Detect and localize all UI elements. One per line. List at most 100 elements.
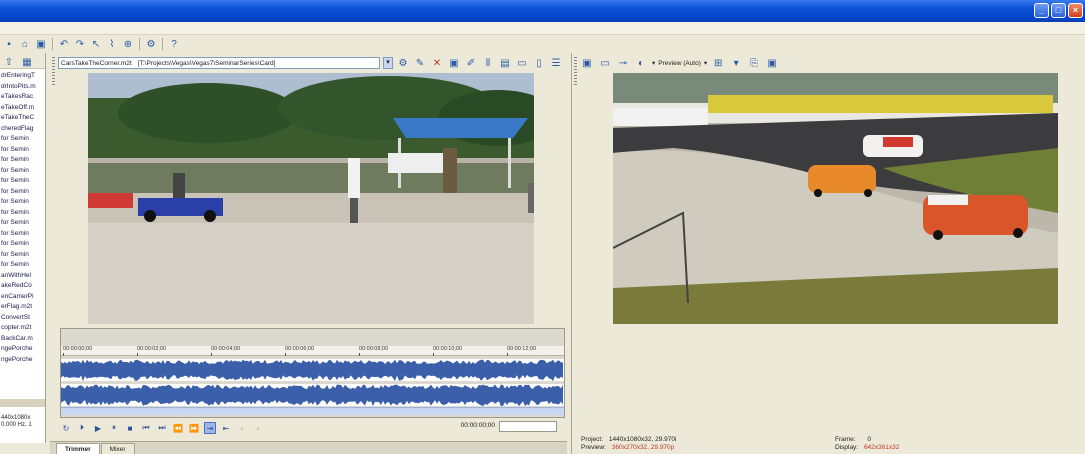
explorer-file-item[interactable]: for Semin — [0, 197, 45, 208]
save-snapshot-icon[interactable]: ▣ — [765, 56, 779, 70]
normal-tool-icon[interactable]: ↖ — [89, 37, 103, 51]
save-icon[interactable]: ▣ — [34, 37, 48, 51]
audio-waveform-right[interactable] — [61, 384, 564, 406]
explorer-file-item[interactable]: for Semin — [0, 250, 45, 261]
remove-icon[interactable]: ✕ — [430, 56, 444, 70]
ruler-tick-label: 00:00:06;00 — [285, 346, 315, 356]
explorer-file-item[interactable]: for Semin — [0, 166, 45, 177]
display-info: Display: 642x361x32 — [835, 444, 899, 452]
effects-icon[interactable]: ✎ — [413, 56, 427, 70]
tab-trimmer[interactable]: Trimmer — [56, 443, 100, 454]
properties-icon[interactable]: ⚙ — [144, 37, 158, 51]
timeline-scrollbar[interactable] — [61, 407, 564, 415]
go-to-start-icon[interactable]: ⏮ — [140, 422, 152, 434]
save-icon[interactable]: ▣ — [447, 56, 461, 70]
main-toolbar: ▪ ⌂ ▣ ↶ ↷ ↖ ⌇ ⊕ ⚙ ? — [0, 35, 1085, 53]
explorer-file-item[interactable]: for Semin — [0, 260, 45, 271]
maximize-button[interactable]: □ — [1051, 3, 1066, 18]
whats-this-icon[interactable]: ? — [167, 37, 181, 51]
explorer-file-item[interactable]: enCamerPi — [0, 292, 45, 303]
undo-icon[interactable]: ↶ — [57, 37, 71, 51]
explorer-file-item[interactable]: erFlag.m2t — [0, 302, 45, 313]
explorer-panel: ⇧ ▦ drEnteringT drIntoPits.m eTakesRac eTak… — [0, 53, 46, 443]
new-icon[interactable]: ▪ — [2, 37, 16, 51]
chevron-down-icon[interactable]: ▾ — [383, 57, 393, 69]
explorer-file-item[interactable]: BackCar.m — [0, 334, 45, 345]
fast-forward-icon[interactable]: ⏩ — [188, 422, 200, 434]
copy-snapshot-icon[interactable]: ⎘ — [747, 56, 761, 70]
chevron-down-icon: ▾ — [652, 60, 656, 67]
rewind-icon[interactable]: ⏪ — [172, 422, 184, 434]
explorer-file-item[interactable]: for Semin — [0, 155, 45, 166]
selection-length-field[interactable] — [499, 421, 557, 432]
frame-label: Frame: — [835, 436, 856, 443]
go-to-end-icon[interactable]: ⏭ — [156, 422, 168, 434]
video-fx-icon[interactable]: ⊸ — [616, 56, 630, 70]
window-docking-tabs: Trimmer Mixer — [50, 441, 567, 454]
explorer-file-item[interactable]: ngePorche — [0, 344, 45, 355]
explorer-file-item[interactable]: drIntoPits.m — [0, 82, 45, 93]
explorer-file-item[interactable]: for Semin — [0, 208, 45, 219]
chevron-down-icon[interactable]: ▾ — [729, 56, 743, 70]
tab-mixer[interactable]: Mixer — [100, 443, 135, 454]
explorer-file-item[interactable]: ConvertSt — [0, 313, 45, 324]
pencil-icon[interactable]: ✐ — [464, 56, 478, 70]
show-video-icon[interactable]: ▭ — [515, 56, 529, 70]
timeline-ruler[interactable]: 00:00:00;00 00:00:02;00 00:00:04;00 00:0… — [61, 346, 564, 356]
explorer-file-item[interactable]: eTakesRac — [0, 92, 45, 103]
ruler-tick-label: 00:00:00;00 — [63, 346, 93, 356]
menu-icon[interactable]: ☰ — [549, 56, 563, 70]
envelope-icon[interactable]: ⌇ — [105, 37, 119, 51]
redo-icon[interactable]: ↷ — [73, 37, 87, 51]
trimmer-file-combo[interactable]: CarsTakeTheCorner.m2t [T:\Projects\Vegas… — [58, 57, 380, 69]
explorer-file-item[interactable]: eTakeOff.m — [0, 103, 45, 114]
trimmer-timeline[interactable]: 00:00:00;00 00:00:02;00 00:00:04;00 00:0… — [60, 328, 565, 418]
open-icon[interactable]: ⌂ — [18, 37, 32, 51]
pause-icon[interactable]: ⏸ — [108, 422, 120, 434]
loop-icon[interactable]: ↻ — [60, 422, 72, 434]
views-icon[interactable]: ▦ — [20, 55, 34, 69]
play-from-start-icon[interactable]: ⏵ — [76, 422, 88, 434]
project-label: Project: — [581, 436, 604, 443]
explorer-file-item[interactable]: eTakeTheC — [0, 113, 45, 124]
explorer-file-item[interactable]: for Semin — [0, 187, 45, 198]
add-to-timeline-icon[interactable]: ⇥ — [204, 422, 216, 434]
zoom-icon[interactable]: ⊕ — [121, 37, 135, 51]
split-screen-icon[interactable]: ◐ — [634, 56, 648, 70]
media-properties-icon[interactable]: ⚙ — [396, 56, 410, 70]
explorer-file-item[interactable]: for Semin — [0, 218, 45, 229]
close-button[interactable]: × — [1068, 3, 1083, 18]
minimize-button[interactable]: _ — [1034, 3, 1049, 18]
explorer-file-item[interactable]: akeRedCo — [0, 281, 45, 292]
explorer-file-item[interactable]: for Semin — [0, 134, 45, 145]
stop-icon[interactable]: ■ — [124, 422, 136, 434]
preview-quality-dropdown[interactable]: ▾ Preview (Auto) ▾ — [652, 59, 707, 68]
audio-waveform-left[interactable] — [61, 359, 564, 381]
explorer-file-item[interactable]: for Semin — [0, 229, 45, 240]
explorer-file-item[interactable]: anWithHel — [0, 271, 45, 282]
explorer-file-item[interactable]: cheredFlag — [0, 124, 45, 135]
overlays-icon[interactable]: ⊞ — [711, 56, 725, 70]
external-monitor-icon[interactable]: ▭ — [598, 56, 612, 70]
show-audio-icon[interactable]: ▯ — [532, 56, 546, 70]
project-properties-icon[interactable]: ▣ — [580, 56, 594, 70]
explorer-file-item[interactable]: for Semin — [0, 145, 45, 156]
trimmer-video-frame — [88, 73, 534, 324]
up-folder-icon[interactable]: ⇧ — [2, 55, 16, 69]
explorer-file-item[interactable]: drEnteringT — [0, 71, 45, 82]
explorer-file-item[interactable]: ngePorche — [0, 355, 45, 366]
media-info-line: 440x1080x — [1, 415, 31, 421]
add-after-cursor-icon[interactable]: ⇤ — [220, 422, 232, 434]
explorer-file-item[interactable]: for Semin — [0, 239, 45, 250]
explorer-file-item[interactable]: for Semin — [0, 176, 45, 187]
grid-icon[interactable]: ▤ — [498, 56, 512, 70]
window-controls: _ □ × — [1034, 3, 1083, 18]
trimmer-file-path: [T:\Projects\Vegas\Vegas7\SeminarSeries\… — [137, 59, 276, 67]
split-icon[interactable]: ⫴ — [481, 56, 495, 70]
play-icon[interactable]: ▶ — [92, 422, 104, 434]
prev-frame-icon[interactable]: ‹ — [236, 422, 248, 434]
explorer-scrollbar[interactable] — [0, 399, 45, 407]
ruler-tick-label: 00:00:08;00 — [359, 346, 389, 356]
next-frame-icon[interactable]: › — [252, 422, 264, 434]
explorer-file-item[interactable]: copter.m2t — [0, 323, 45, 334]
